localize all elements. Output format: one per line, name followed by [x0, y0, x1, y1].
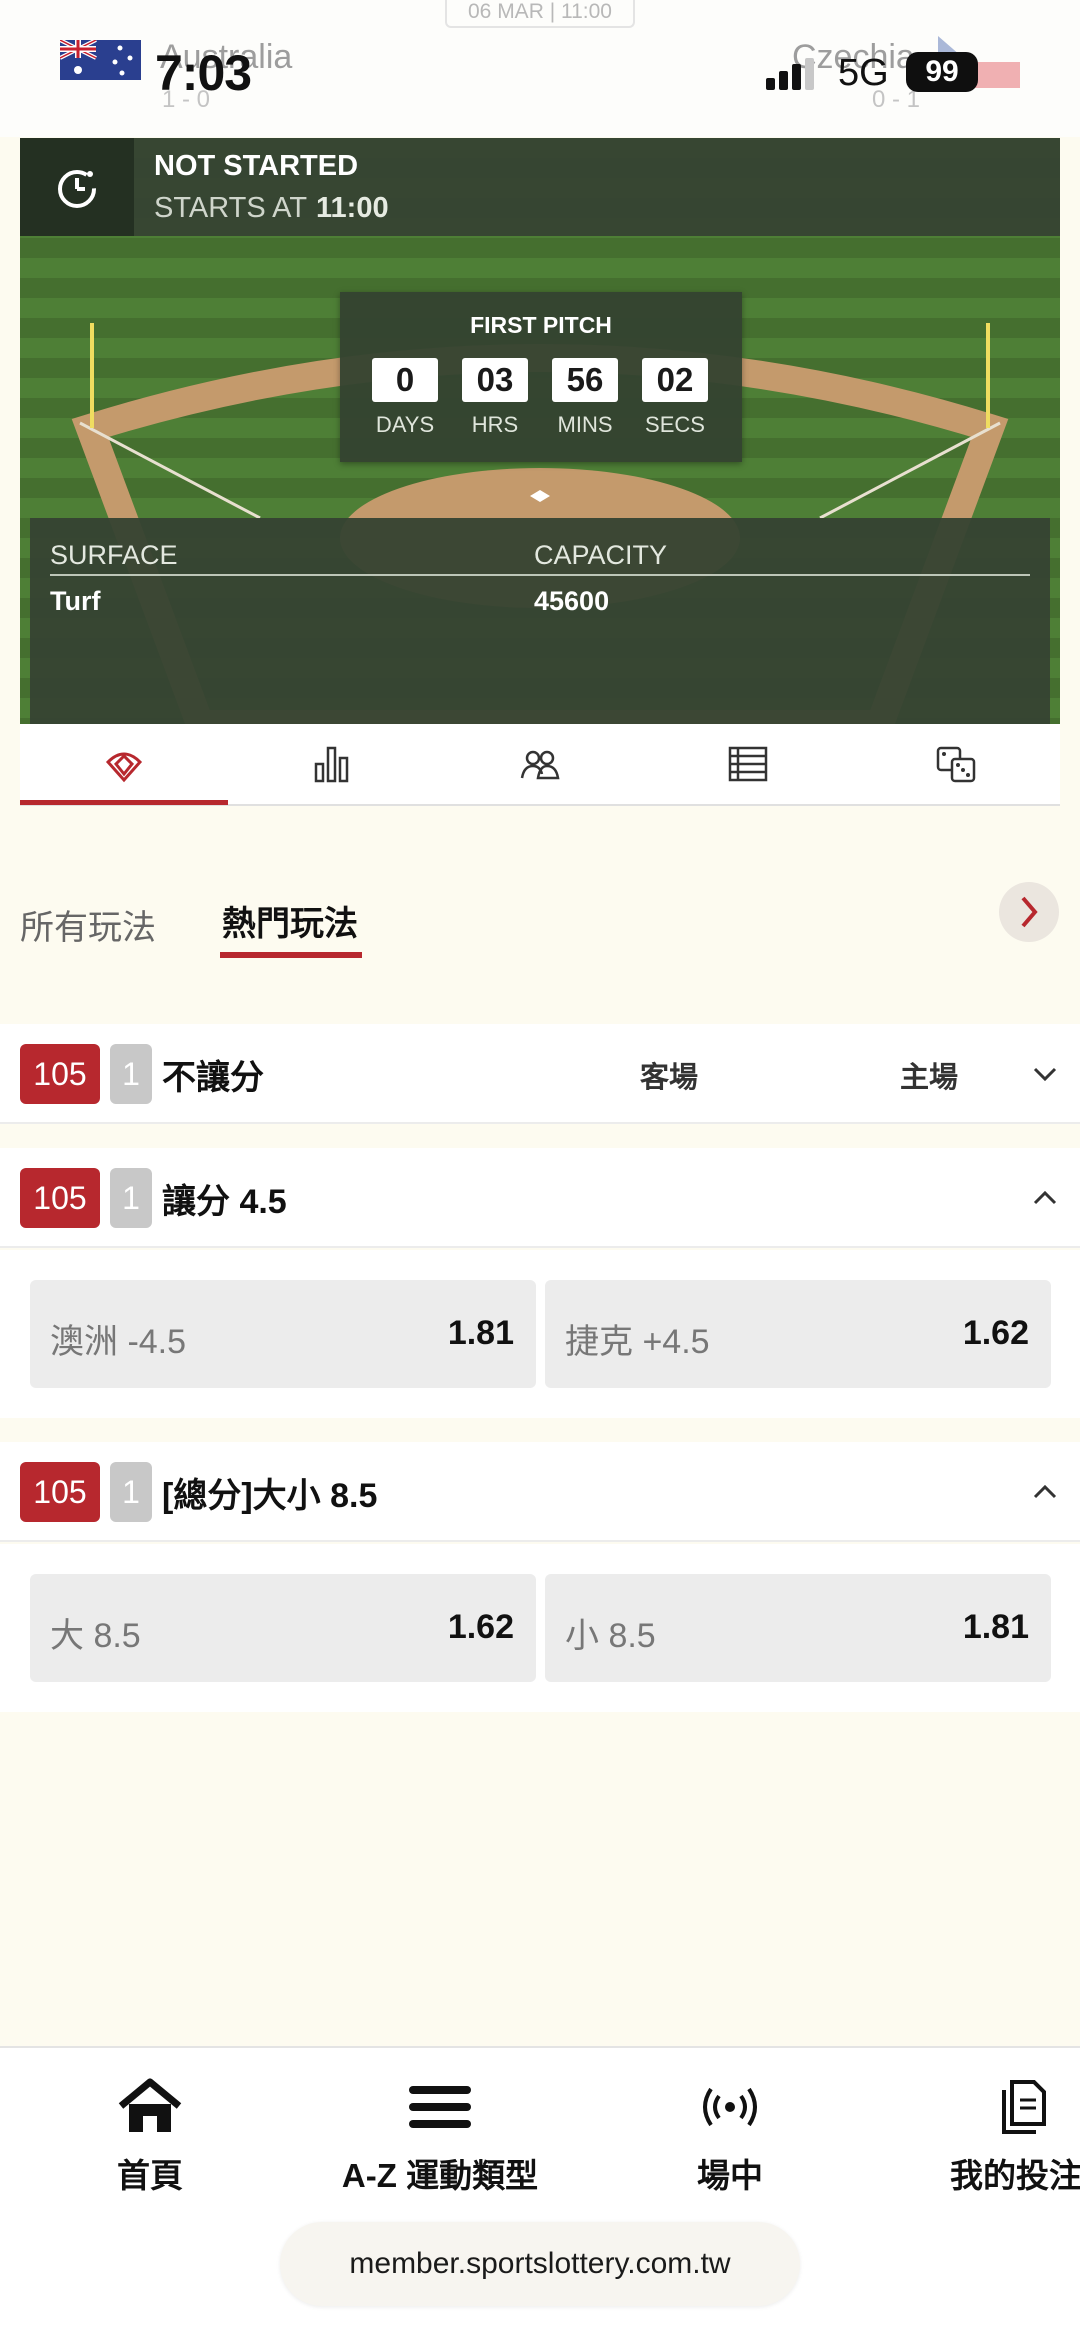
countdown-minutes-label: MINS	[557, 412, 613, 437]
chevron-down-icon	[1033, 1067, 1057, 1082]
countdown-title: FIRST PITCH	[470, 312, 612, 338]
market-odds-handicap: 澳洲 -4.5 1.81 捷克 +4.5 1.62	[0, 1250, 1080, 1418]
nav-live-label: 場中	[697, 2157, 763, 2194]
nav-home-label: 首頁	[117, 2157, 183, 2194]
market-tabs: 所有玩法 熱門玩法	[0, 830, 1080, 1026]
countdown-days-label: DAYS	[375, 412, 435, 437]
starts-at-time: 11:00	[316, 192, 389, 224]
match-status-bar: NOT STARTED STARTS AT 11:00	[20, 138, 1060, 236]
surface-label: SURFACE	[50, 540, 178, 570]
battery-indicator: 99	[906, 52, 978, 92]
countdown-minutes: 56	[552, 358, 618, 402]
odds-value: 1.62	[447, 1608, 514, 1646]
match-date: 06 MAR | 11:00	[445, 0, 635, 28]
nav-my-bets-label: 我的投注	[950, 2157, 1080, 2194]
countdown-panel: FIRST PITCH 0 03 56 02 DAYS HRS MINS SEC…	[340, 292, 742, 462]
info-divider	[50, 574, 1030, 576]
stats-icon	[314, 746, 349, 783]
countdown-seconds-label: SECS	[645, 412, 705, 437]
away-column-label: 客場	[640, 1062, 699, 1094]
odds-button[interactable]: 捷克 +4.5 1.62	[545, 1280, 1051, 1388]
odds-button[interactable]: 澳洲 -4.5 1.81	[30, 1280, 536, 1388]
chevron-up-icon	[1033, 1484, 1057, 1499]
match-field-panel: NOT STARTED STARTS AT 11:00 FIRST PITCH …	[20, 138, 1060, 724]
nav-sports-az[interactable]: A-Z 運動類型	[330, 2078, 550, 2197]
australia-flag-icon	[60, 40, 141, 80]
tab-standings[interactable]	[644, 724, 852, 804]
countdown-hours-label: HRS	[471, 412, 519, 437]
market-code-badge: 105	[20, 1462, 100, 1522]
tab-field[interactable]	[20, 724, 228, 804]
active-tab-indicator	[20, 800, 228, 805]
timer-icon	[58, 170, 96, 208]
signal-icon	[766, 58, 814, 90]
odds-label: 大 8.5	[50, 1617, 141, 1655]
lineup-icon	[520, 750, 560, 780]
market-name: 不讓分	[162, 1059, 264, 1097]
odds-icon	[936, 746, 976, 783]
market-name: [總分]大小 8.5	[162, 1477, 378, 1515]
tab-all-markets[interactable]: 所有玩法	[20, 900, 156, 949]
home-icon	[118, 2078, 182, 2132]
nav-home[interactable]: 首頁	[100, 2078, 200, 2197]
browser-url-bar[interactable]: member.sportslottery.com.tw	[280, 2222, 800, 2306]
market-num-badge: 1	[110, 1168, 152, 1228]
match-header: 06 MAR | 11:00 Australia 1 - 0 Czechia 0…	[0, 0, 1080, 137]
odds-value: 1.81	[447, 1314, 514, 1352]
status-icon-box	[20, 138, 134, 236]
surface-value: Turf	[50, 586, 101, 616]
starts-at-label: STARTS AT	[154, 192, 308, 224]
venue-info-panel: SURFACE CAPACITY Turf 45600	[30, 518, 1050, 724]
nav-sports-az-label: A-Z 運動類型	[341, 2157, 539, 2194]
menu-icon	[409, 2086, 471, 2128]
odds-button[interactable]: 小 8.5 1.81	[545, 1574, 1051, 1682]
chevron-up-icon	[1033, 1190, 1057, 1205]
odds-value: 1.81	[962, 1608, 1029, 1646]
market-header-totals[interactable]: 105 1 [總分]大小 8.5	[0, 1442, 1080, 1542]
market-code-badge: 105	[20, 1168, 100, 1228]
odds-value: 1.62	[962, 1314, 1029, 1352]
chevron-right-icon	[1021, 896, 1038, 928]
match-status-title: NOT STARTED	[154, 150, 359, 182]
tabs-next-button[interactable]	[999, 882, 1059, 942]
market-header-moneyline[interactable]: 105 1 不讓分 客場 主場	[0, 1024, 1080, 1124]
tab-lineup[interactable]	[436, 724, 644, 804]
nav-my-bets[interactable]: 我的投注	[950, 2078, 1080, 2197]
tab-odds[interactable]	[852, 724, 1060, 804]
hot-tab-indicator	[220, 952, 362, 958]
nav-live[interactable]: 場中	[680, 2078, 780, 2197]
network-type: 5G	[838, 52, 889, 94]
capacity-value: 45600	[534, 586, 610, 616]
field-icon	[105, 752, 143, 783]
status-time: 7:03	[155, 45, 252, 101]
bets-icon	[1002, 2080, 1046, 2134]
market-odds-totals: 大 8.5 1.62 小 8.5 1.81	[0, 1544, 1080, 1712]
odds-label: 捷克 +4.5	[565, 1323, 710, 1361]
match-view-tabs	[20, 724, 1060, 806]
tab-stats[interactable]	[228, 724, 436, 804]
standings-icon	[728, 746, 768, 782]
market-name: 讓分 4.5	[162, 1183, 287, 1221]
odds-label: 澳洲 -4.5	[50, 1323, 187, 1361]
countdown-hours: 03	[462, 358, 528, 402]
odds-button[interactable]: 大 8.5 1.62	[30, 1574, 536, 1682]
tab-hot-markets[interactable]: 熱門玩法	[222, 896, 358, 945]
countdown-seconds: 02	[642, 358, 708, 402]
market-code-badge: 105	[20, 1044, 100, 1104]
home-column-label: 主場	[900, 1062, 959, 1094]
odds-label: 小 8.5	[565, 1617, 656, 1655]
market-num-badge: 1	[110, 1462, 152, 1522]
countdown-days: 0	[372, 358, 438, 402]
market-header-handicap[interactable]: 105 1 讓分 4.5	[0, 1148, 1080, 1248]
capacity-label: CAPACITY	[534, 540, 668, 570]
market-num-badge: 1	[110, 1044, 152, 1104]
live-icon	[703, 2087, 757, 2127]
